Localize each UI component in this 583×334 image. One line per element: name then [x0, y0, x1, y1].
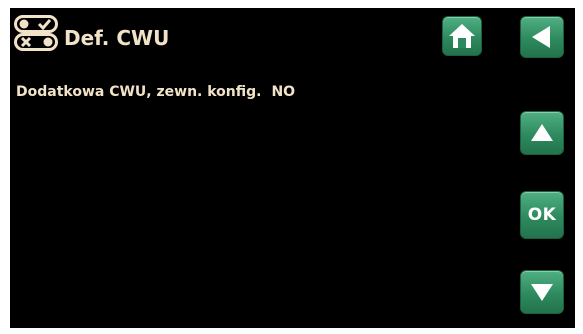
setting-row[interactable]: Dodatkowa CWU, zewn. konfig. NO — [16, 83, 295, 101]
ok-label: OK — [527, 205, 557, 225]
back-arrow-icon — [532, 26, 550, 48]
up-arrow-icon — [531, 124, 553, 141]
ok-button[interactable]: OK — [520, 191, 564, 239]
scroll-down-button[interactable] — [520, 270, 564, 314]
home-button[interactable] — [442, 16, 482, 56]
home-icon — [449, 24, 475, 48]
scroll-up-button[interactable] — [520, 111, 564, 155]
down-arrow-icon — [531, 284, 553, 301]
toggle-settings-icon — [14, 15, 58, 51]
setting-label: Dodatkowa CWU, zewn. konfig. — [16, 84, 262, 100]
display-screen: Def. CWU Dodatkowa CWU, zewn. konfig. NO … — [10, 8, 575, 328]
page-title: Def. CWU — [64, 26, 170, 50]
back-button[interactable] — [520, 16, 564, 58]
setting-value: NO — [271, 84, 296, 100]
